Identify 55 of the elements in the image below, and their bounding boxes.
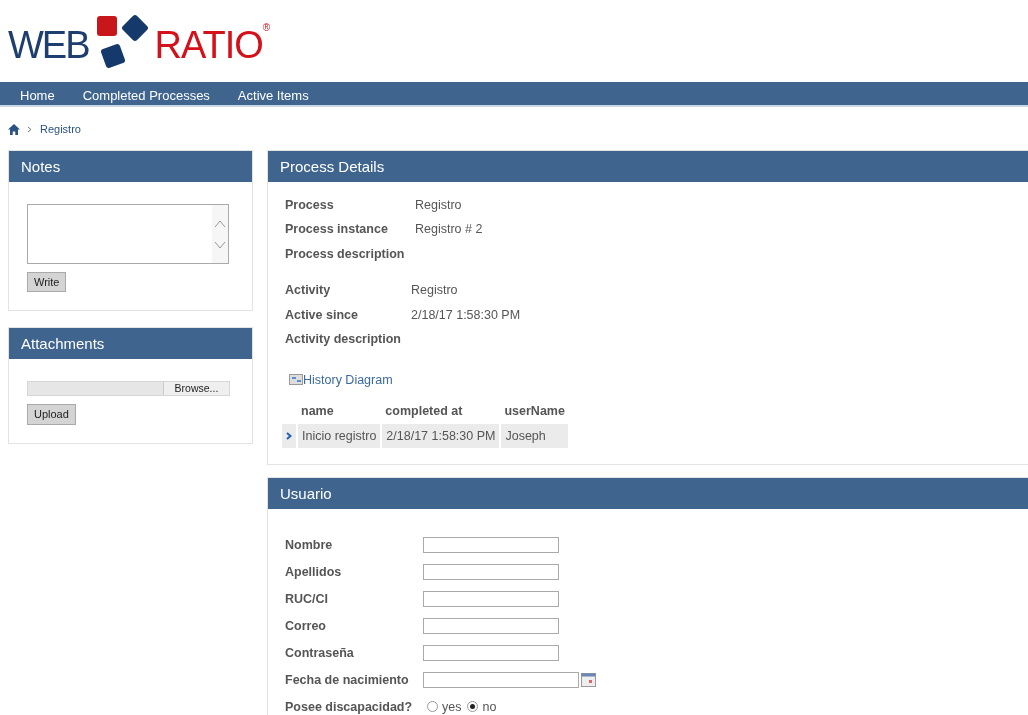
table-cell: Joseph: [500, 423, 569, 449]
column-header: userName: [500, 398, 569, 424]
scrollbar-icon[interactable]: [212, 204, 228, 263]
date-input[interactable]: [423, 671, 579, 688]
text-input[interactable]: [423, 590, 559, 607]
field-label: Nombre: [285, 536, 334, 554]
home-icon[interactable]: [8, 123, 20, 135]
radio-label: no: [482, 698, 497, 715]
breadcrumb-item[interactable]: Registro: [40, 121, 81, 138]
panel-header: Process Details: [268, 150, 1028, 182]
panel-header: Attachments: [9, 328, 252, 359]
notes-textarea[interactable]: [27, 203, 229, 264]
table-cell: 2/18/17 1:58:30 PM: [381, 423, 501, 449]
radio-button[interactable]: [467, 701, 479, 713]
field-label: Apellidos: [285, 563, 343, 581]
panel-header: Notes: [9, 150, 252, 182]
field-label: Fecha de nacimiento: [285, 671, 410, 689]
field-label: Process: [285, 196, 335, 214]
column-header: completed at: [381, 398, 501, 424]
field-label: Active since: [285, 306, 359, 324]
file-input[interactable]: Browse...: [27, 381, 230, 396]
field-value: 2/18/17 1:58:30 PM: [411, 306, 521, 324]
upload-button[interactable]: Upload: [27, 404, 76, 425]
radio-button[interactable]: [427, 701, 438, 713]
field-value: Registro # 2: [415, 221, 483, 238]
calendar-icon[interactable]: [581, 672, 596, 687]
text-input[interactable]: [423, 644, 559, 661]
field-value: Registro: [411, 282, 458, 299]
field-label: Posee discapacidad?: [285, 698, 414, 715]
field-label: Activity: [285, 282, 332, 299]
field-label: Correo: [285, 617, 327, 635]
browse-button[interactable]: Browse...: [163, 382, 229, 395]
logo-text: WEB: [8, 26, 89, 64]
history-diagram-link[interactable]: History Diagram: [289, 370, 393, 390]
nav-link[interactable]: Active Items: [227, 82, 319, 105]
field-label: Process description: [285, 245, 406, 263]
chevron-icon: [27, 125, 33, 133]
nav-link[interactable]: Completed Processes: [72, 82, 220, 105]
field-label: Process instance: [285, 221, 389, 238]
diagram-icon: [289, 374, 303, 386]
nav-link[interactable]: Home: [10, 82, 65, 105]
field-label: RUC/CI: [285, 590, 330, 608]
column-header: name: [297, 398, 382, 424]
text-input[interactable]: [423, 563, 559, 580]
write-button[interactable]: Write: [27, 271, 67, 292]
field-label: Contraseña: [285, 644, 355, 662]
registered-mark: ®: [262, 21, 271, 35]
text-input[interactable]: [423, 536, 559, 553]
field-value: Registro: [415, 196, 462, 214]
field-label: Activity description: [285, 331, 402, 348]
logo-text: RATIO: [154, 26, 263, 64]
radio-label: yes: [442, 698, 462, 715]
table-cell: Inicio registro: [297, 423, 382, 449]
text-input[interactable]: [423, 617, 559, 634]
panel-header: Usuario: [268, 478, 1028, 510]
